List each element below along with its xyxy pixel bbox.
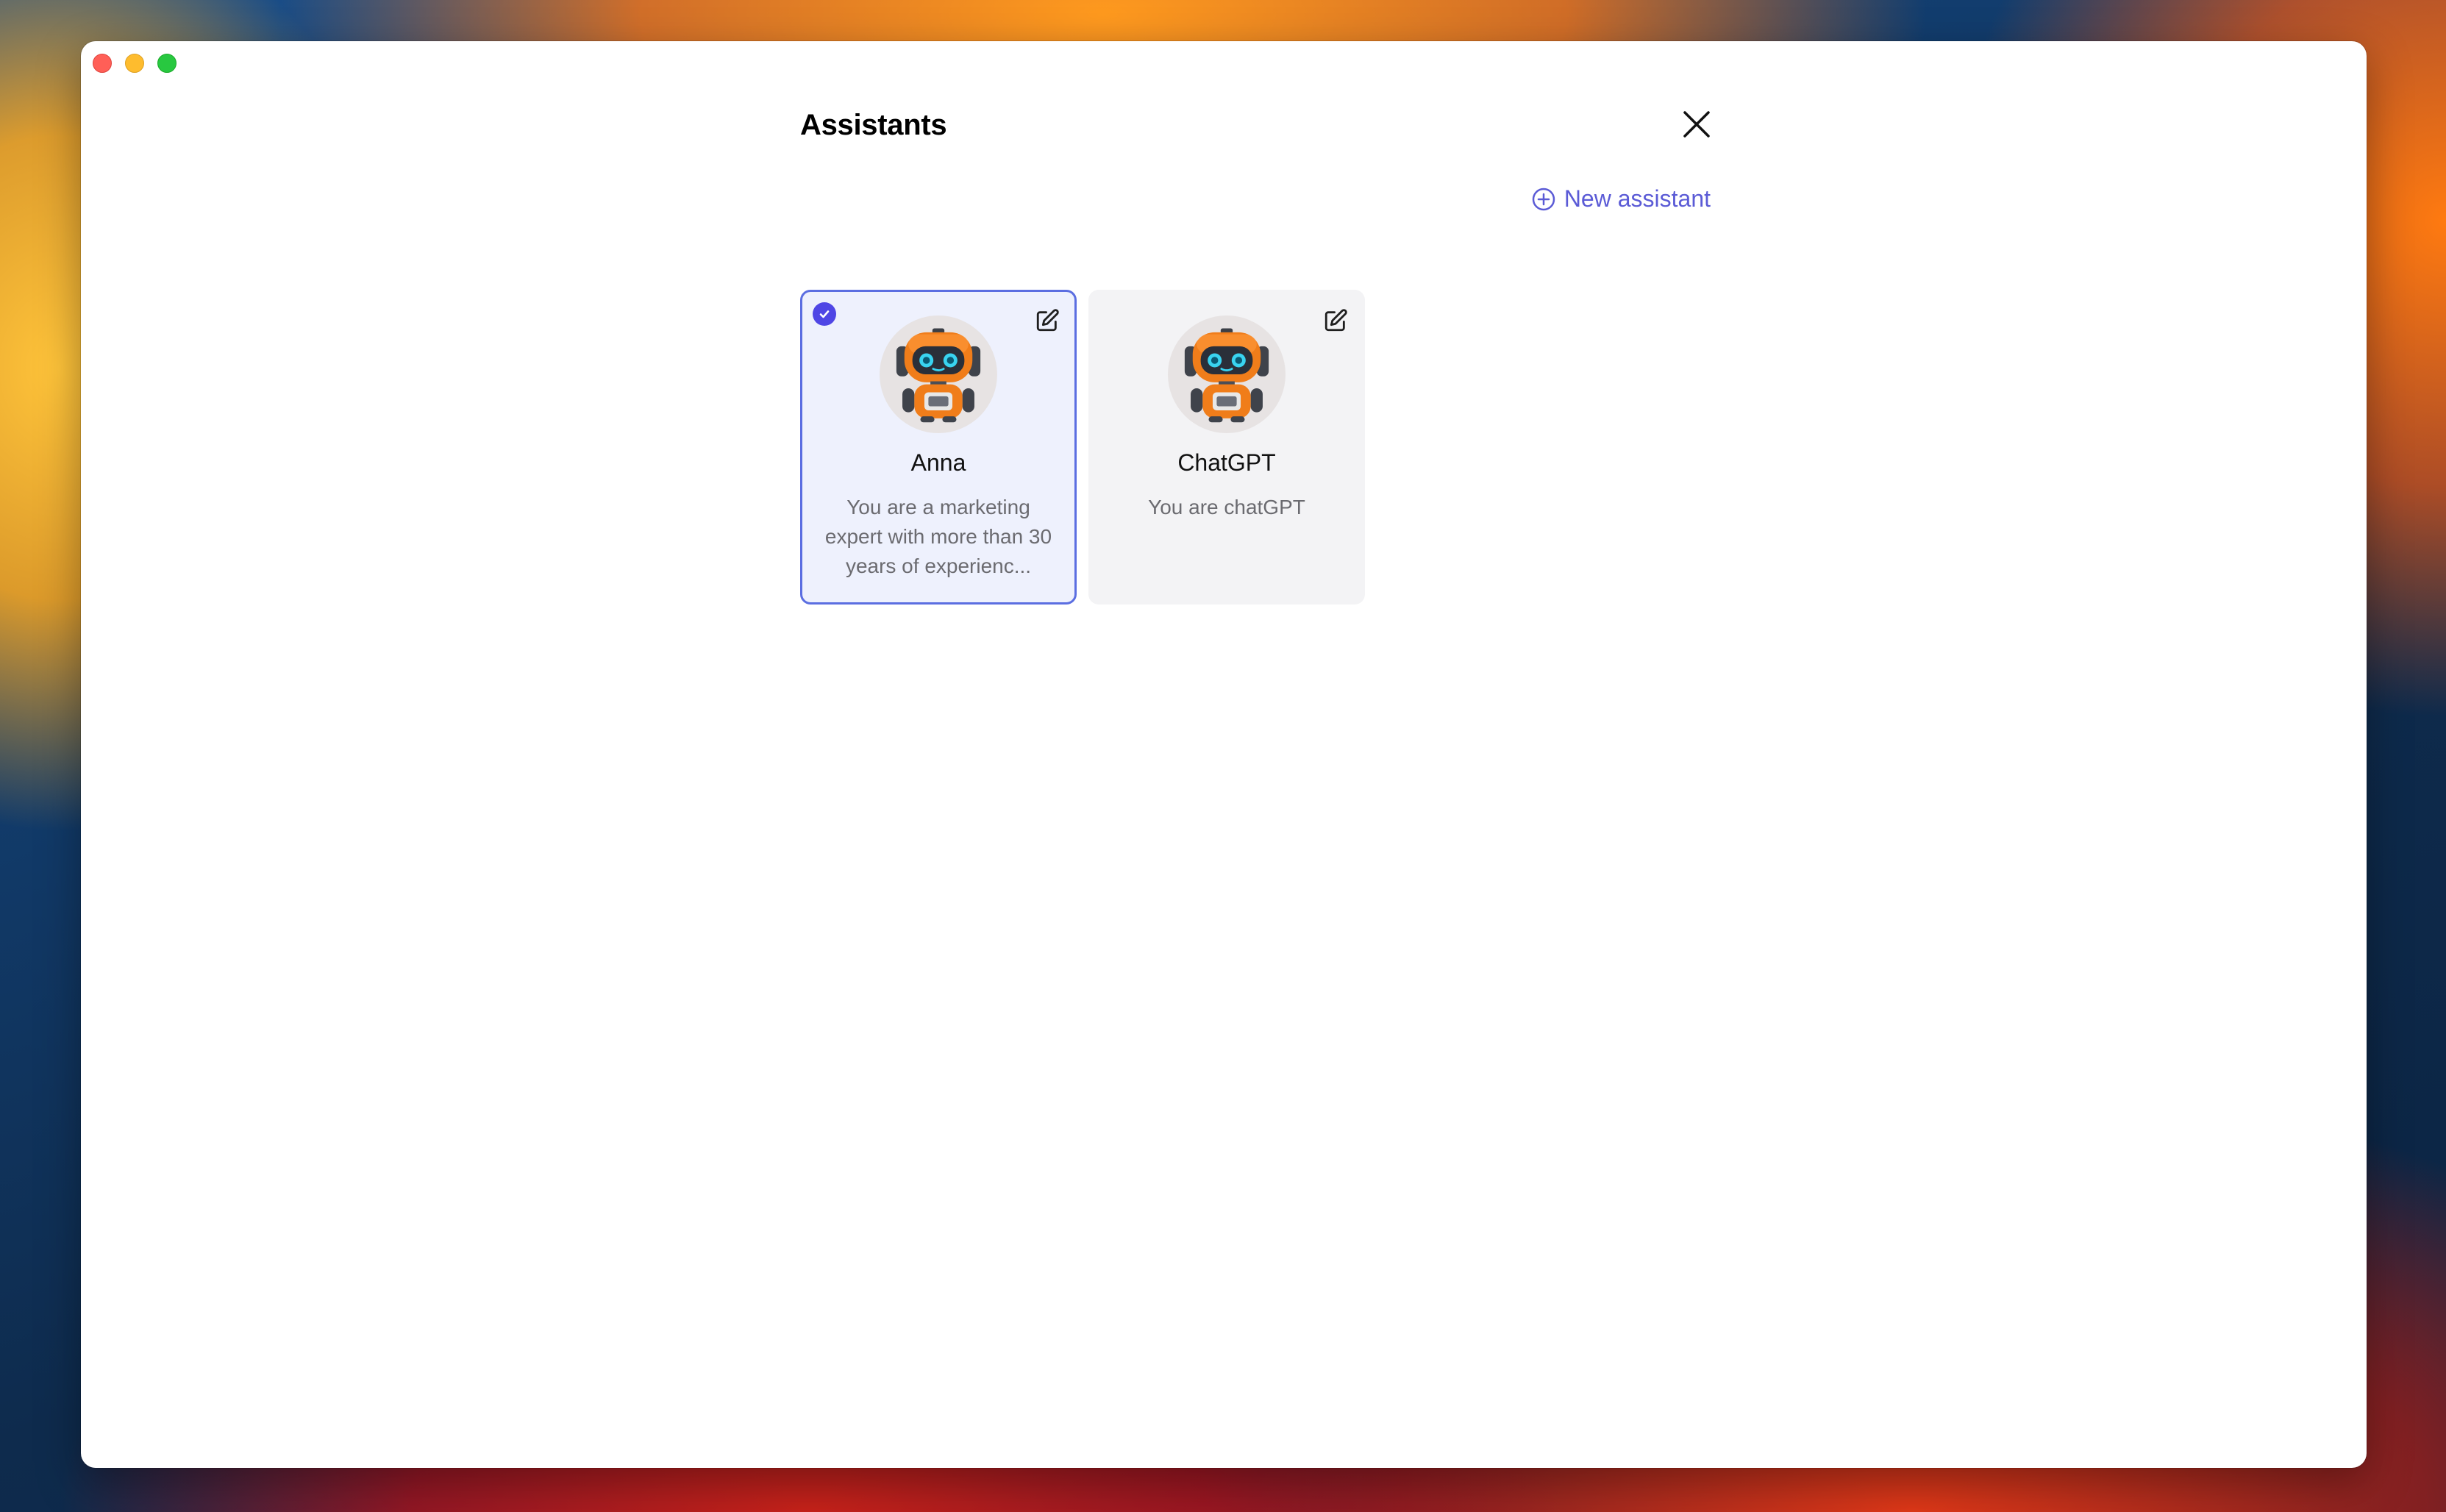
edit-icon[interactable] bbox=[1035, 308, 1060, 333]
assistant-name: Anna bbox=[910, 449, 966, 476]
app-window: Assistants New assistant Anna You are a … bbox=[81, 41, 2367, 1468]
robot-avatar-icon bbox=[888, 324, 988, 424]
assistant-name: ChatGPT bbox=[1177, 449, 1276, 476]
robot-avatar-icon bbox=[1177, 324, 1277, 424]
close-window-button[interactable] bbox=[93, 54, 112, 73]
new-assistant-label: New assistant bbox=[1563, 185, 1711, 212]
window-controls bbox=[93, 54, 177, 73]
close-button[interactable] bbox=[1680, 107, 1714, 141]
new-assistant-button[interactable]: New assistant bbox=[1532, 185, 1711, 213]
close-icon bbox=[1683, 111, 1710, 138]
plus-circle-icon bbox=[1532, 188, 1555, 210]
assistant-card-chatgpt[interactable]: ChatGPT You are chatGPT bbox=[1088, 290, 1365, 605]
zoom-window-button[interactable] bbox=[157, 54, 177, 73]
avatar bbox=[880, 315, 997, 433]
assistant-list: Anna You are a marketing expert with mor… bbox=[800, 290, 1365, 605]
assistant-description: You are a marketing expert with more tha… bbox=[824, 496, 1052, 577]
assistant-description: You are chatGPT bbox=[1148, 496, 1305, 518]
page-title: Assistants bbox=[800, 109, 947, 141]
assistant-card-anna[interactable]: Anna You are a marketing expert with mor… bbox=[800, 290, 1077, 605]
assistants-panel: Assistants New assistant Anna You are a … bbox=[800, 41, 1725, 1468]
edit-icon[interactable] bbox=[1323, 308, 1348, 333]
avatar bbox=[1168, 315, 1286, 433]
selected-check-icon bbox=[813, 302, 836, 326]
minimize-window-button[interactable] bbox=[125, 54, 144, 73]
